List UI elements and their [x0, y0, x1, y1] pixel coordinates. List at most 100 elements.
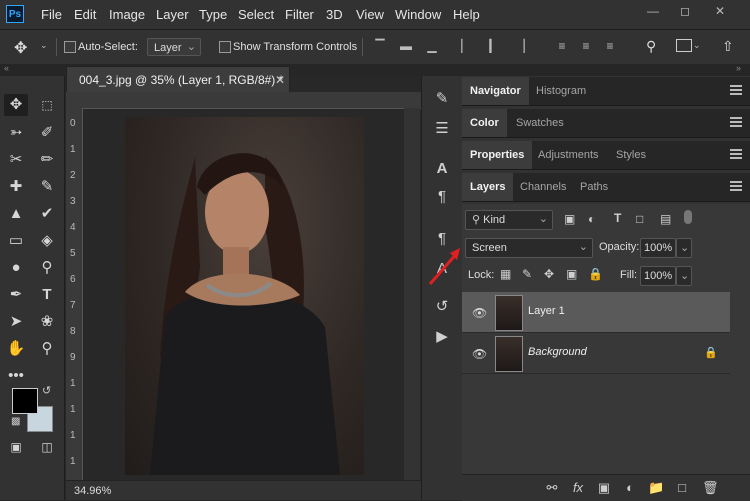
tab-paths[interactable]: Paths	[572, 173, 616, 201]
paint-bucket-tool-icon[interactable]: ◈	[35, 230, 59, 252]
brush-presets-icon[interactable]: ☰	[428, 118, 456, 140]
new-layer-icon[interactable]: □	[674, 480, 690, 495]
distribute-vcenter-icon[interactable]: ≡	[580, 39, 592, 53]
filter-smart-object-icon[interactable]: ▤	[660, 212, 671, 226]
lock-all-icon[interactable]: 🔒	[588, 267, 603, 281]
filter-type-icon[interactable]: T	[614, 211, 621, 225]
eyedropper-tool-icon[interactable]: ✏	[35, 149, 59, 171]
new-group-icon[interactable]: 📁	[648, 480, 664, 496]
panel-menu-icon[interactable]	[730, 181, 742, 191]
lock-position-icon[interactable]: ✥	[544, 267, 554, 281]
layer-name[interactable]: Background	[528, 346, 587, 358]
fill-chevron-icon[interactable]: ⌄	[676, 266, 692, 286]
align-top-icon[interactable]: ▔	[374, 39, 386, 53]
lock-image-icon[interactable]: ✎	[522, 267, 532, 281]
menu-window[interactable]: Window	[395, 7, 441, 22]
filter-toggle[interactable]	[684, 210, 692, 224]
menu-help[interactable]: Help	[453, 7, 480, 22]
auto-select-checkbox[interactable]	[64, 41, 76, 53]
tab-layers[interactable]: Layers	[462, 173, 514, 201]
layer-row-layer-1[interactable]: 👁 Layer 1	[462, 292, 730, 333]
custom-shape-tool-icon[interactable]: ❀	[35, 311, 59, 333]
minimize-icon[interactable]: —	[645, 4, 661, 18]
tab-adjustments[interactable]: Adjustments	[530, 141, 607, 169]
healing-brush-tool-icon[interactable]: ✚	[4, 176, 28, 198]
collapse-right-icon[interactable]: »	[736, 63, 741, 73]
close-icon[interactable]: ✕	[712, 4, 728, 18]
crop-tool-icon[interactable]: ✂	[4, 149, 28, 171]
distribute-bottom-icon[interactable]: ≡	[604, 39, 616, 53]
tab-channels[interactable]: Channels	[512, 173, 574, 201]
opacity-input[interactable]: 100%	[640, 238, 676, 258]
marquee-tool-icon[interactable]: ⬚	[35, 94, 59, 116]
collapse-left-icon[interactable]: «	[4, 63, 9, 73]
align-vcenter-icon[interactable]: ▬	[400, 39, 412, 53]
menu-filter[interactable]: Filter	[285, 7, 314, 22]
layer-row-background[interactable]: 👁 Background 🔒	[462, 333, 730, 374]
screen-mode-icon[interactable]: ◫	[35, 436, 59, 458]
share-icon[interactable]: ⇧	[722, 38, 734, 55]
eraser-tool-icon[interactable]: ▭	[4, 230, 28, 252]
lock-transparent-icon[interactable]: ▦	[500, 267, 511, 281]
actions-play-icon[interactable]: ▶	[428, 326, 456, 348]
vertical-scrollbar[interactable]	[404, 108, 420, 480]
chevron-down-icon[interactable]: ⌄	[40, 40, 48, 51]
tab-styles[interactable]: Styles	[608, 141, 654, 169]
auto-select-dropdown[interactable]: Layer ⌄	[147, 38, 201, 56]
menu-image[interactable]: Image	[109, 7, 145, 22]
paragraph-panel-icon[interactable]: ¶	[428, 186, 456, 208]
panel-menu-icon[interactable]	[730, 149, 742, 159]
layer-name[interactable]: Layer 1	[528, 305, 565, 317]
fx-icon[interactable]: fx	[570, 480, 586, 495]
link-layers-icon[interactable]: ⚯	[544, 480, 560, 496]
pen-tool-icon[interactable]: ✒	[4, 284, 28, 306]
more-tools-icon[interactable]: •••	[4, 365, 28, 387]
move-tool-icon[interactable]: ✥	[4, 94, 28, 116]
type-tool-icon[interactable]: T	[35, 284, 59, 306]
align-hcenter-icon[interactable]: ▎	[488, 39, 500, 53]
tab-histogram[interactable]: Histogram	[528, 77, 594, 105]
fill-input[interactable]: 100%	[640, 266, 676, 286]
workspace-icon[interactable]	[676, 39, 692, 52]
filter-shape-icon[interactable]: □	[636, 212, 643, 226]
layer-filter-dropdown[interactable]: ⚲ Kind ⌄	[465, 210, 553, 230]
menu-edit[interactable]: Edit	[74, 7, 96, 22]
lasso-tool-icon[interactable]: ➳	[4, 122, 28, 144]
default-colors-icon[interactable]: ▩	[11, 416, 20, 427]
panel-menu-icon[interactable]	[730, 117, 742, 127]
opacity-chevron-icon[interactable]: ⌄	[676, 238, 692, 258]
menu-select[interactable]: Select	[238, 7, 274, 22]
menu-type[interactable]: Type	[199, 7, 227, 22]
show-transform-checkbox[interactable]	[219, 41, 231, 53]
dodge-tool-icon[interactable]: ⚲	[35, 257, 59, 279]
brush-tool-icon[interactable]: ✎	[35, 176, 59, 198]
document-image[interactable]	[125, 117, 364, 475]
hand-tool-icon[interactable]: ✋	[4, 338, 28, 360]
swap-colors-icon[interactable]: ↺	[42, 384, 51, 397]
align-left-icon[interactable]: ▏	[460, 39, 472, 53]
chevron-down-icon[interactable]: ⌄	[693, 40, 701, 51]
visibility-eye-icon[interactable]: 👁	[472, 306, 487, 320]
distribute-top-icon[interactable]: ≡	[556, 39, 568, 53]
add-mask-icon[interactable]: ▣	[596, 480, 612, 496]
visibility-eye-icon[interactable]: 👁	[472, 347, 487, 361]
menu-3d[interactable]: 3D	[326, 7, 343, 22]
maximize-icon[interactable]: ◻	[677, 4, 693, 18]
zoom-level[interactable]: 34.96%	[74, 485, 111, 497]
filter-pixel-icon[interactable]: ▣	[564, 212, 575, 226]
close-tab-icon[interactable]: ✕	[275, 67, 285, 93]
tab-color[interactable]: Color	[462, 109, 507, 137]
menu-layer[interactable]: Layer	[156, 7, 189, 22]
menu-file[interactable]: File	[41, 7, 62, 22]
history-brush-tool-icon[interactable]: ✔	[35, 203, 59, 225]
brush-settings-icon[interactable]: ✎	[428, 88, 456, 110]
path-select-tool-icon[interactable]: ➤	[4, 311, 28, 333]
quick-select-tool-icon[interactable]: ✐	[35, 122, 59, 144]
search-icon[interactable]: ⚲	[646, 38, 656, 55]
foreground-color-swatch[interactable]	[12, 388, 38, 414]
blend-mode-dropdown[interactable]: Screen ⌄	[465, 238, 593, 258]
delete-layer-icon[interactable]: 🗑	[702, 480, 719, 496]
menu-view[interactable]: View	[356, 7, 384, 22]
blur-tool-icon[interactable]: ●	[4, 257, 28, 279]
tab-swatches[interactable]: Swatches	[508, 109, 572, 137]
